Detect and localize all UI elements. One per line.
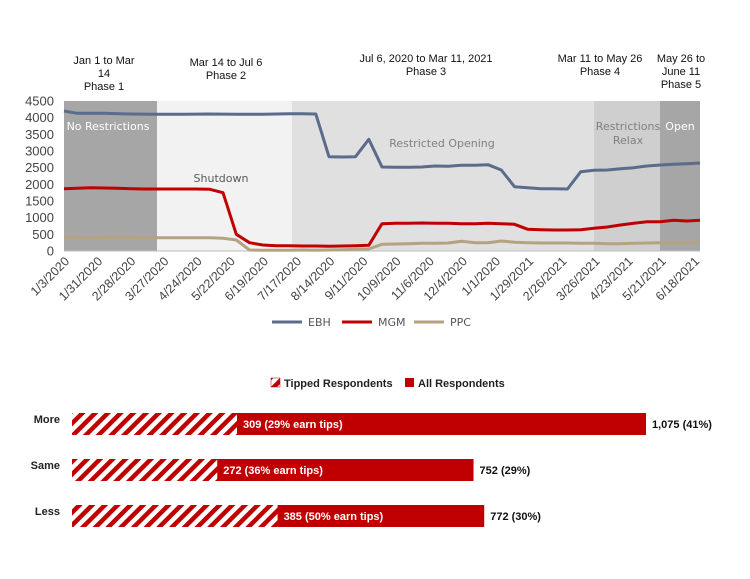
- y-tick-label: 3500: [25, 127, 54, 142]
- legend-label-mgm: MGM: [378, 316, 406, 329]
- phase-1-region-label: No Restrictions: [67, 120, 150, 133]
- bar-label-all: 1,075 (41%): [652, 419, 712, 431]
- bar-label-tipped: 309 (29% earn tips): [243, 419, 343, 431]
- legend-label-all: All Respondents: [418, 378, 505, 390]
- legend-label-ppc: PPC: [450, 316, 471, 329]
- y-tick-label: 1000: [25, 210, 54, 225]
- bar-tipped-respondents: [72, 413, 237, 435]
- category-label: Same: [31, 460, 60, 472]
- bar-label-all: 752 (29%): [480, 465, 531, 477]
- phase-2-region-label: Shutdown: [194, 172, 249, 185]
- phase-2-header: Mar 14 to Jul 6 Phase 2: [190, 57, 263, 82]
- legend-label-tipped: Tipped Respondents: [284, 378, 393, 390]
- bar-tipped-respondents: [72, 459, 218, 481]
- y-tick-label: 500: [32, 227, 54, 242]
- bar-label-tipped: 272 (36% earn tips): [223, 465, 323, 477]
- bar-chart: Tipped Respondents All Respondents More 30…: [31, 377, 712, 527]
- legend-swatch-tipped: [270, 377, 281, 388]
- phase-3-header: Jul 6, 2020 to Mar 11, 2021 Phase 3: [359, 53, 492, 78]
- bar-tipped-respondents: [72, 505, 278, 527]
- y-tick-label: 4000: [25, 110, 54, 125]
- phase-4-header: Mar 11 to May 26 Phase 4: [558, 53, 643, 78]
- phase-5-header: May 26 to June 11 Phase 5: [657, 53, 705, 91]
- category-label: More: [34, 414, 60, 426]
- legend-swatch-all: [405, 378, 414, 387]
- y-tick-label: 3000: [25, 144, 54, 159]
- y-tick-label: 2000: [25, 177, 54, 192]
- category-label: Less: [35, 506, 60, 518]
- y-tick-label: 2500: [25, 160, 54, 175]
- phase-3-region-label: Restricted Opening: [389, 137, 495, 150]
- line-chart: No Restrictions Shutdown Restricted Openin…: [25, 53, 705, 329]
- bar-label-tipped: 385 (50% earn tips): [284, 511, 384, 523]
- y-tick-label: 0: [47, 244, 54, 259]
- y-tick-label: 4500: [25, 94, 54, 109]
- legend-label-ebh: EBH: [308, 316, 331, 329]
- phase-5-region-label: Open: [665, 120, 694, 133]
- phase-1-header: Jan 1 to Mar 14 Phase 1: [73, 55, 134, 93]
- y-tick-label: 1500: [25, 194, 54, 209]
- bar-label-all: 772 (30%): [490, 511, 541, 523]
